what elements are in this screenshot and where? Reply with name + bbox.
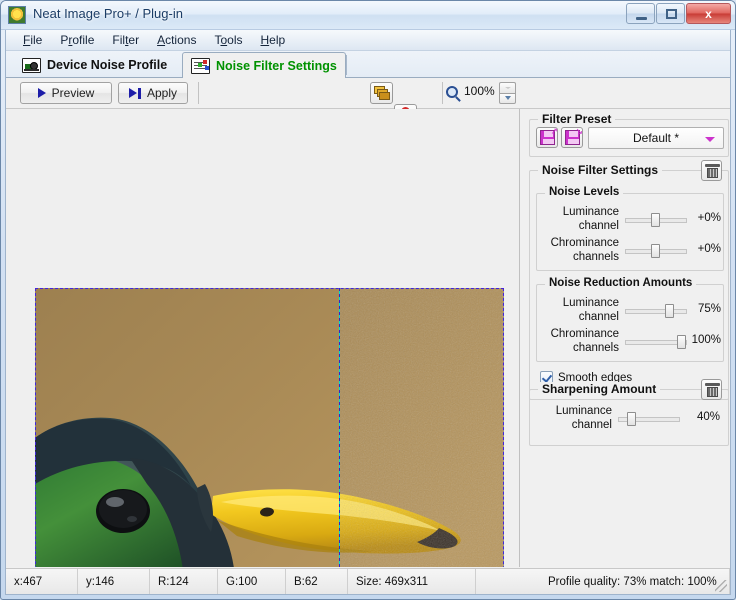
menu-tools[interactable]: Tools bbox=[205, 31, 251, 49]
group-legend: Noise Filter Settings bbox=[538, 163, 663, 177]
settings-panel: Filter Preset ↗ ↘ Default * Noise Filter… bbox=[521, 109, 730, 567]
sharpening-luminance-value: 40% bbox=[696, 411, 720, 423]
menu-bar: File Profile Filter Actions Tools Help bbox=[6, 30, 730, 51]
status-profile-quality: Profile quality: 73% match: 100% bbox=[476, 569, 730, 594]
sliders-icon bbox=[191, 57, 210, 74]
status-size: Size: 469x311 bbox=[348, 569, 476, 594]
trash-icon bbox=[705, 164, 720, 178]
layers-icon[interactable] bbox=[370, 82, 393, 104]
menu-help[interactable]: Help bbox=[251, 31, 294, 49]
chevron-down-icon bbox=[705, 137, 715, 142]
play-icon bbox=[37, 88, 46, 98]
minimize-button[interactable] bbox=[626, 3, 655, 24]
denoised-image-layer bbox=[35, 288, 339, 567]
group-noise-levels: Noise Levels Luminance channel +0% Chrom… bbox=[536, 186, 724, 271]
menu-actions[interactable]: Actions bbox=[148, 31, 205, 49]
zoom-level-label: 100% bbox=[464, 84, 495, 98]
apply-icon bbox=[128, 87, 141, 99]
row-label: Luminance channel bbox=[562, 297, 619, 323]
noise-level-chrominance-slider[interactable] bbox=[625, 244, 687, 258]
status-r: R:124 bbox=[150, 569, 218, 594]
tab-separator bbox=[346, 55, 347, 75]
tab-noise-filter-settings[interactable]: Noise Filter Settings bbox=[182, 52, 346, 79]
noise-reduction-luminance-slider[interactable] bbox=[625, 304, 687, 318]
preset-combobox[interactable]: Default * bbox=[588, 127, 724, 149]
status-x: x:467 bbox=[6, 569, 78, 594]
preview-split-vertical[interactable] bbox=[339, 288, 340, 567]
window-controls: x bbox=[626, 3, 731, 24]
zoom-stepper[interactable] bbox=[499, 82, 516, 104]
noise-level-chrominance-value: +0% bbox=[697, 243, 721, 255]
row-label: Luminance channel bbox=[562, 206, 619, 232]
group-noise-reduction-amounts: Noise Reduction Amounts Luminance channe… bbox=[536, 277, 724, 362]
preview-image[interactable] bbox=[35, 288, 504, 567]
client-area: File Profile Filter Actions Tools Help D… bbox=[5, 30, 731, 595]
noise-level-chrominance-row: Chrominance channels +0% bbox=[541, 236, 721, 270]
noise-level-luminance-slider[interactable] bbox=[625, 213, 687, 227]
tab-label: Noise Filter Settings bbox=[216, 58, 337, 73]
group-sharpening-amount: Sharpening Amount Luminance channel 40% bbox=[529, 379, 729, 446]
noise-reduction-luminance-row: Luminance channel 75% bbox=[541, 296, 721, 330]
application-window: Neat Image Pro+ / Plug-in x File Profile… bbox=[0, 0, 736, 600]
menu-profile[interactable]: Profile bbox=[51, 31, 103, 49]
save-preset-as-icon[interactable]: ↘ bbox=[561, 127, 583, 148]
image-canvas[interactable] bbox=[6, 109, 520, 567]
magnifier-icon[interactable] bbox=[446, 86, 458, 98]
preset-selected-value: Default * bbox=[632, 131, 680, 145]
group-legend: Noise Reduction Amounts bbox=[545, 277, 697, 289]
status-b: B:62 bbox=[286, 569, 348, 594]
close-button[interactable]: x bbox=[686, 3, 731, 24]
group-legend: Noise Levels bbox=[545, 186, 624, 198]
maximize-button[interactable] bbox=[656, 3, 685, 24]
preview-button[interactable]: Preview bbox=[20, 82, 112, 104]
tab-strip: Device Noise Profile Noise Filter Settin… bbox=[6, 51, 730, 79]
window-title: Neat Image Pro+ / Plug-in bbox=[33, 6, 183, 21]
sharpening-luminance-row: Luminance channel 40% bbox=[534, 404, 720, 438]
noise-reduction-luminance-value: 75% bbox=[697, 303, 721, 315]
trash-icon bbox=[705, 383, 720, 397]
status-g: G:100 bbox=[218, 569, 286, 594]
resize-grip[interactable] bbox=[715, 580, 727, 592]
toolbar-separator-2 bbox=[442, 82, 443, 104]
row-label: Luminance channel bbox=[555, 405, 612, 431]
noise-level-luminance-value: +0% bbox=[697, 212, 721, 224]
status-y: y:146 bbox=[78, 569, 150, 594]
reset-sharpening-button[interactable] bbox=[701, 379, 722, 400]
app-flower-icon bbox=[8, 6, 26, 24]
menu-filter[interactable]: Filter bbox=[103, 31, 148, 49]
apply-label: Apply bbox=[146, 86, 178, 100]
tab-device-noise-profile[interactable]: Device Noise Profile bbox=[14, 52, 175, 78]
noise-reduction-chrominance-slider[interactable] bbox=[625, 335, 687, 349]
reset-noise-filter-button[interactable] bbox=[701, 160, 722, 181]
noise-level-luminance-row: Luminance channel +0% bbox=[541, 205, 721, 239]
toolbar-separator bbox=[198, 82, 199, 104]
close-icon: x bbox=[705, 6, 712, 21]
tab-label: Device Noise Profile bbox=[47, 58, 168, 72]
zoom-up-button[interactable] bbox=[499, 82, 516, 93]
group-legend: Filter Preset bbox=[538, 112, 616, 126]
noise-reduction-chrominance-value: 100% bbox=[691, 334, 721, 346]
denoised-region bbox=[35, 288, 339, 567]
camera-icon bbox=[22, 57, 41, 73]
sharpening-luminance-slider[interactable] bbox=[618, 412, 680, 426]
minimize-icon bbox=[636, 17, 647, 20]
group-filter-preset: Filter Preset ↗ ↘ Default * bbox=[529, 112, 729, 157]
status-bar: x:467 y:146 R:124 G:100 B:62 Size: 469x3… bbox=[6, 568, 730, 594]
title-bar: Neat Image Pro+ / Plug-in x bbox=[1, 1, 735, 30]
maximize-icon bbox=[666, 9, 677, 19]
menu-file[interactable]: File bbox=[14, 31, 51, 49]
row-label: Chrominance channels bbox=[550, 237, 619, 263]
save-preset-icon[interactable]: ↗ bbox=[536, 127, 558, 148]
toolbar: Preview Apply 100% bbox=[6, 78, 730, 148]
row-label: Chrominance channels bbox=[550, 328, 619, 354]
group-noise-filter-settings: Noise Filter Settings Noise Levels Lumin… bbox=[529, 160, 729, 400]
noise-reduction-chrominance-row: Chrominance channels 100% bbox=[541, 327, 721, 361]
group-legend: Sharpening Amount bbox=[538, 382, 661, 396]
apply-button[interactable]: Apply bbox=[118, 82, 188, 104]
preview-label: Preview bbox=[51, 86, 95, 100]
zoom-down-button[interactable] bbox=[499, 92, 516, 104]
